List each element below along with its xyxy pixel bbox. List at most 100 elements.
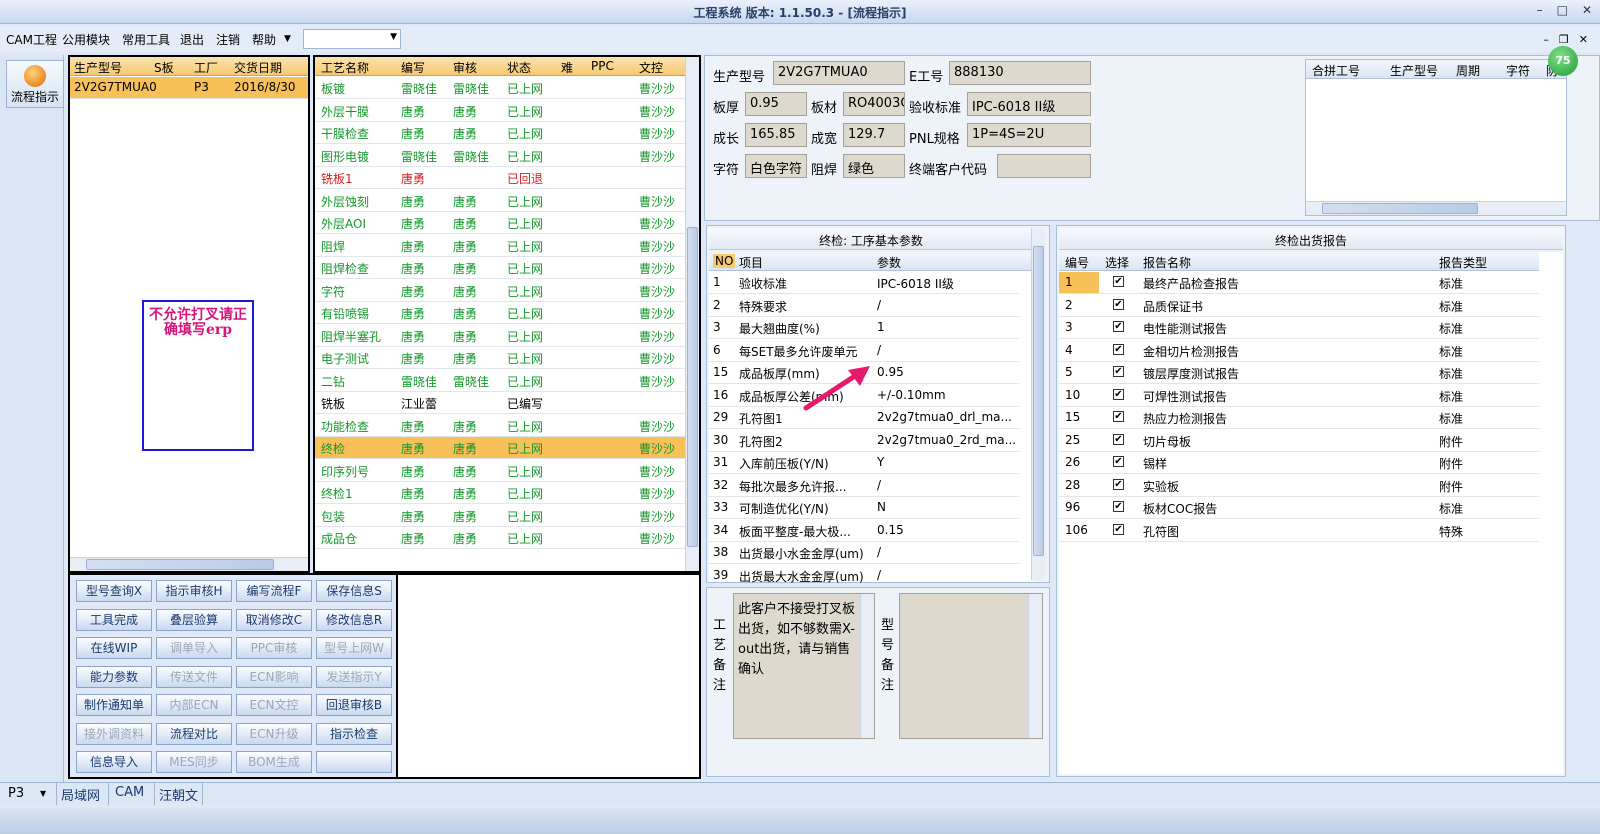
table-row[interactable]: 106 ✔ 孔符图 特殊 — [1059, 520, 1539, 542]
col-process-name[interactable]: 工艺名称 — [321, 59, 369, 76]
table-row[interactable]: 5 ✔ 镀层厚度测试报告 标准 — [1059, 362, 1539, 384]
merge-hscroll[interactable] — [1306, 201, 1566, 215]
table-row[interactable]: 2V2G7TMUA0 P3 2016/8/30 — [70, 77, 308, 99]
table-row[interactable]: 30 孔符图2 2v2g7tmua0_2rd_ma... — [709, 430, 1019, 452]
process-vscroll[interactable] — [685, 57, 699, 571]
table-row[interactable]: 成品仓 唐勇 唐勇 已上网 曹沙沙 — [315, 527, 685, 549]
action-button-3-3[interactable]: 发送指示Y — [316, 665, 392, 688]
table-row[interactable]: 阻焊半塞孔 唐勇 唐勇 已上网 曹沙沙 — [315, 325, 685, 347]
col-doc-control[interactable]: 文控 — [639, 59, 663, 76]
field-prod-model[interactable]: 2V2G7TMUA0 — [773, 61, 905, 85]
table-row[interactable]: 25 ✔ 切片母板 附件 — [1059, 430, 1539, 452]
params-col-value[interactable]: 参数 — [877, 254, 901, 271]
report-checkbox[interactable]: ✔ — [1113, 343, 1124, 355]
field-end-customer[interactable] — [997, 154, 1091, 178]
action-button-0-0[interactable]: 型号查询X — [76, 580, 152, 602]
table-row[interactable]: 10 ✔ 可焊性测试报告 标准 — [1059, 385, 1539, 407]
tab-cam[interactable]: CAM — [108, 783, 150, 805]
field-char[interactable]: 白色字符 — [745, 154, 807, 178]
table-row[interactable]: 外层AOI 唐勇 唐勇 已上网 曹沙沙 — [315, 212, 685, 234]
report-checkbox[interactable]: ✔ — [1113, 501, 1124, 512]
table-row[interactable]: 96 ✔ 板材COC报告 标准 — [1059, 497, 1539, 519]
menu-exit[interactable]: 退出 — [180, 31, 204, 48]
report-checkbox[interactable]: ✔ — [1113, 456, 1124, 467]
table-row[interactable]: 终检1 唐勇 唐勇 已上网 曹沙沙 — [315, 482, 685, 504]
action-button-1-1[interactable]: 叠层验算 — [156, 608, 232, 631]
table-row[interactable]: 外层蚀刻 唐勇 唐勇 已上网 曹沙沙 — [315, 190, 685, 212]
reports-col-name[interactable]: 报告名称 — [1143, 254, 1191, 271]
col-writer[interactable]: 编写 — [401, 59, 425, 76]
action-button-2-2[interactable]: PPC审核 — [236, 637, 312, 659]
field-accept[interactable]: IPC-6018 II级 — [967, 92, 1091, 116]
field-material[interactable]: RO4003C — [843, 92, 905, 116]
table-row[interactable]: 干膜检查 唐勇 唐勇 已上网 曹沙沙 — [315, 122, 685, 144]
action-button-2-0[interactable]: 在线WIP — [76, 637, 152, 659]
field-thickness[interactable]: 0.95 — [745, 92, 807, 116]
action-button-1-2[interactable]: 取消修改C — [236, 608, 312, 631]
action-button-4-1[interactable]: 内部ECN — [156, 694, 232, 716]
report-checkbox[interactable]: ✔ — [1113, 321, 1124, 332]
report-checkbox[interactable]: ✔ — [1113, 433, 1124, 445]
action-button-3-1[interactable]: 传送文件 — [156, 665, 232, 688]
table-row[interactable]: 2 特殊要求 / — [709, 295, 1019, 317]
params-vscroll[interactable] — [1031, 228, 1045, 580]
report-checkbox[interactable]: ✔ — [1113, 388, 1124, 400]
table-row[interactable]: 33 可制造优化(Y/N) N — [709, 497, 1019, 519]
model-remark-vscroll[interactable] — [1028, 594, 1042, 738]
merge-col-char[interactable]: 字符 — [1506, 62, 1530, 79]
report-checkbox[interactable]: ✔ — [1113, 276, 1124, 287]
table-row[interactable]: 38 出货最小水金金厚(um) / — [709, 542, 1019, 564]
action-button-5-2[interactable]: ECN升级 — [236, 722, 312, 745]
menu-help[interactable]: 帮助 — [252, 31, 276, 48]
table-row[interactable]: 印序列号 唐勇 唐勇 已上网 曹沙沙 — [315, 460, 685, 482]
table-row[interactable]: 阻焊 唐勇 唐勇 已上网 曹沙沙 — [315, 235, 685, 257]
table-row[interactable]: 外层干膜 唐勇 唐勇 已上网 曹沙沙 — [315, 100, 685, 122]
menu-logout[interactable]: 注销 — [216, 31, 240, 48]
table-row[interactable]: 6 每SET最多允许废单元 / — [709, 340, 1019, 362]
table-row[interactable]: 15 ✔ 热应力检测报告 标准 — [1059, 407, 1539, 429]
action-button-5-0[interactable]: 接外调资料 — [76, 722, 152, 745]
scroll-thumb[interactable] — [86, 559, 274, 570]
model-remark-box[interactable] — [899, 593, 1043, 739]
menu-cam[interactable]: CAM工程 — [6, 31, 57, 48]
table-row[interactable]: 31 入库前压板(Y/N) Y — [709, 452, 1019, 474]
tab-user[interactable]: 汪朝文 — [154, 783, 204, 805]
table-row[interactable]: 电子测试 唐勇 唐勇 已上网 曹沙沙 — [315, 347, 685, 369]
scroll-thumb[interactable] — [1322, 203, 1478, 214]
merge-col-merge-no[interactable]: 合拼工号 — [1312, 62, 1360, 79]
orders-col-date[interactable]: 交货日期 — [234, 59, 282, 76]
table-row[interactable]: 终检 唐勇 唐勇 已上网 曹沙沙 — [315, 437, 685, 459]
action-button-5-3[interactable]: 指示检查 — [316, 722, 392, 745]
table-row[interactable]: 铣板 江业蕾 已编写 — [315, 392, 685, 414]
table-row[interactable]: 28 ✔ 实验板 附件 — [1059, 475, 1539, 497]
table-row[interactable]: 包装 唐勇 唐勇 已上网 曹沙沙 — [315, 505, 685, 527]
table-row[interactable]: 1 验收标准 IPC-6018 II级 — [709, 272, 1019, 294]
action-button-5-1[interactable]: 流程对比 — [156, 722, 232, 745]
action-button-1-0[interactable]: 工具完成 — [76, 608, 152, 631]
table-row[interactable]: 二钻 雷晓佳 雷晓佳 已上网 曹沙沙 — [315, 370, 685, 392]
action-button-4-0[interactable]: 制作通知单 — [76, 694, 152, 716]
field-pnl[interactable]: 1P=4S=2U — [967, 123, 1091, 147]
table-row[interactable]: 34 板面平整度-最大极... 0.15 — [709, 520, 1019, 542]
mdi-minimize-icon[interactable]: – — [1543, 33, 1549, 46]
menu-common-tools[interactable]: 常用工具 — [122, 31, 170, 48]
col-status[interactable]: 状态 — [507, 59, 531, 76]
reports-col-type[interactable]: 报告类型 — [1439, 254, 1487, 271]
field-mask[interactable]: 绿色 — [843, 154, 905, 178]
report-checkbox[interactable]: ✔ — [1113, 478, 1124, 490]
chevron-down-icon[interactable]: ▼ — [40, 789, 46, 798]
table-row[interactable]: 功能检查 唐勇 唐勇 已上网 曹沙沙 — [315, 415, 685, 437]
field-length[interactable]: 165.85 — [745, 123, 807, 147]
action-button-6-2[interactable]: BOM生成 — [236, 751, 312, 773]
table-row[interactable]: 2 ✔ 品质保证书 标准 — [1059, 295, 1539, 317]
maximize-icon[interactable]: □ — [1557, 3, 1568, 17]
action-button-6-3[interactable] — [316, 751, 392, 773]
table-row[interactable]: 图形电镀 雷晓佳 雷晓佳 已上网 曹沙沙 — [315, 145, 685, 167]
orders-col-model[interactable]: 生产型号 — [74, 59, 122, 76]
factory-selector[interactable]: P3 — [8, 786, 24, 801]
mdi-restore-icon[interactable]: ❐ — [1559, 33, 1569, 46]
tab-lan[interactable]: 局域网 — [56, 783, 104, 805]
minimize-icon[interactable]: – — [1537, 3, 1543, 17]
field-width[interactable]: 129.7 — [843, 123, 905, 147]
action-button-0-3[interactable]: 保存信息S — [316, 580, 392, 602]
